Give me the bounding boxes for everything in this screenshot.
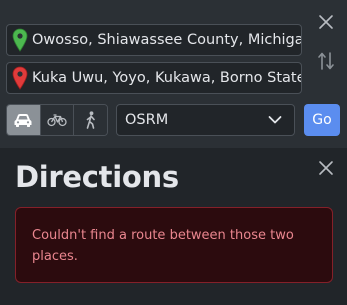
route-from-field[interactable] [6, 24, 302, 56]
mode-foot-button[interactable] [74, 105, 107, 135]
green-marker-icon [12, 28, 28, 52]
routing-engine-select[interactable]: OSRM [116, 104, 295, 136]
bicycle-icon [47, 114, 67, 127]
routing-engine-value: OSRM [125, 112, 169, 128]
close-routing-button[interactable] [315, 11, 337, 33]
route-to-field[interactable] [6, 62, 302, 94]
mode-bicycle-button[interactable] [40, 105, 75, 135]
reverse-route-button[interactable] [315, 50, 337, 72]
route-error-message: Couldn't find a route between those two … [32, 228, 294, 264]
route-to-input[interactable] [32, 70, 301, 86]
red-marker-icon [12, 66, 28, 90]
route-from-input[interactable] [32, 32, 301, 48]
close-directions-button[interactable] [315, 157, 337, 179]
close-icon [319, 161, 333, 175]
directions-heading: Directions [15, 160, 179, 194]
routing-panel: OSRM Go [0, 0, 347, 148]
travel-mode-group [6, 104, 108, 136]
close-icon [319, 15, 333, 29]
mode-car-button[interactable] [7, 105, 41, 135]
swap-arrows-icon [318, 52, 334, 70]
chevron-down-icon [268, 116, 282, 124]
route-error-alert: Couldn't find a route between those two … [15, 207, 333, 283]
car-icon [14, 114, 32, 127]
walking-person-icon [86, 111, 95, 129]
go-button[interactable]: Go [304, 104, 340, 136]
